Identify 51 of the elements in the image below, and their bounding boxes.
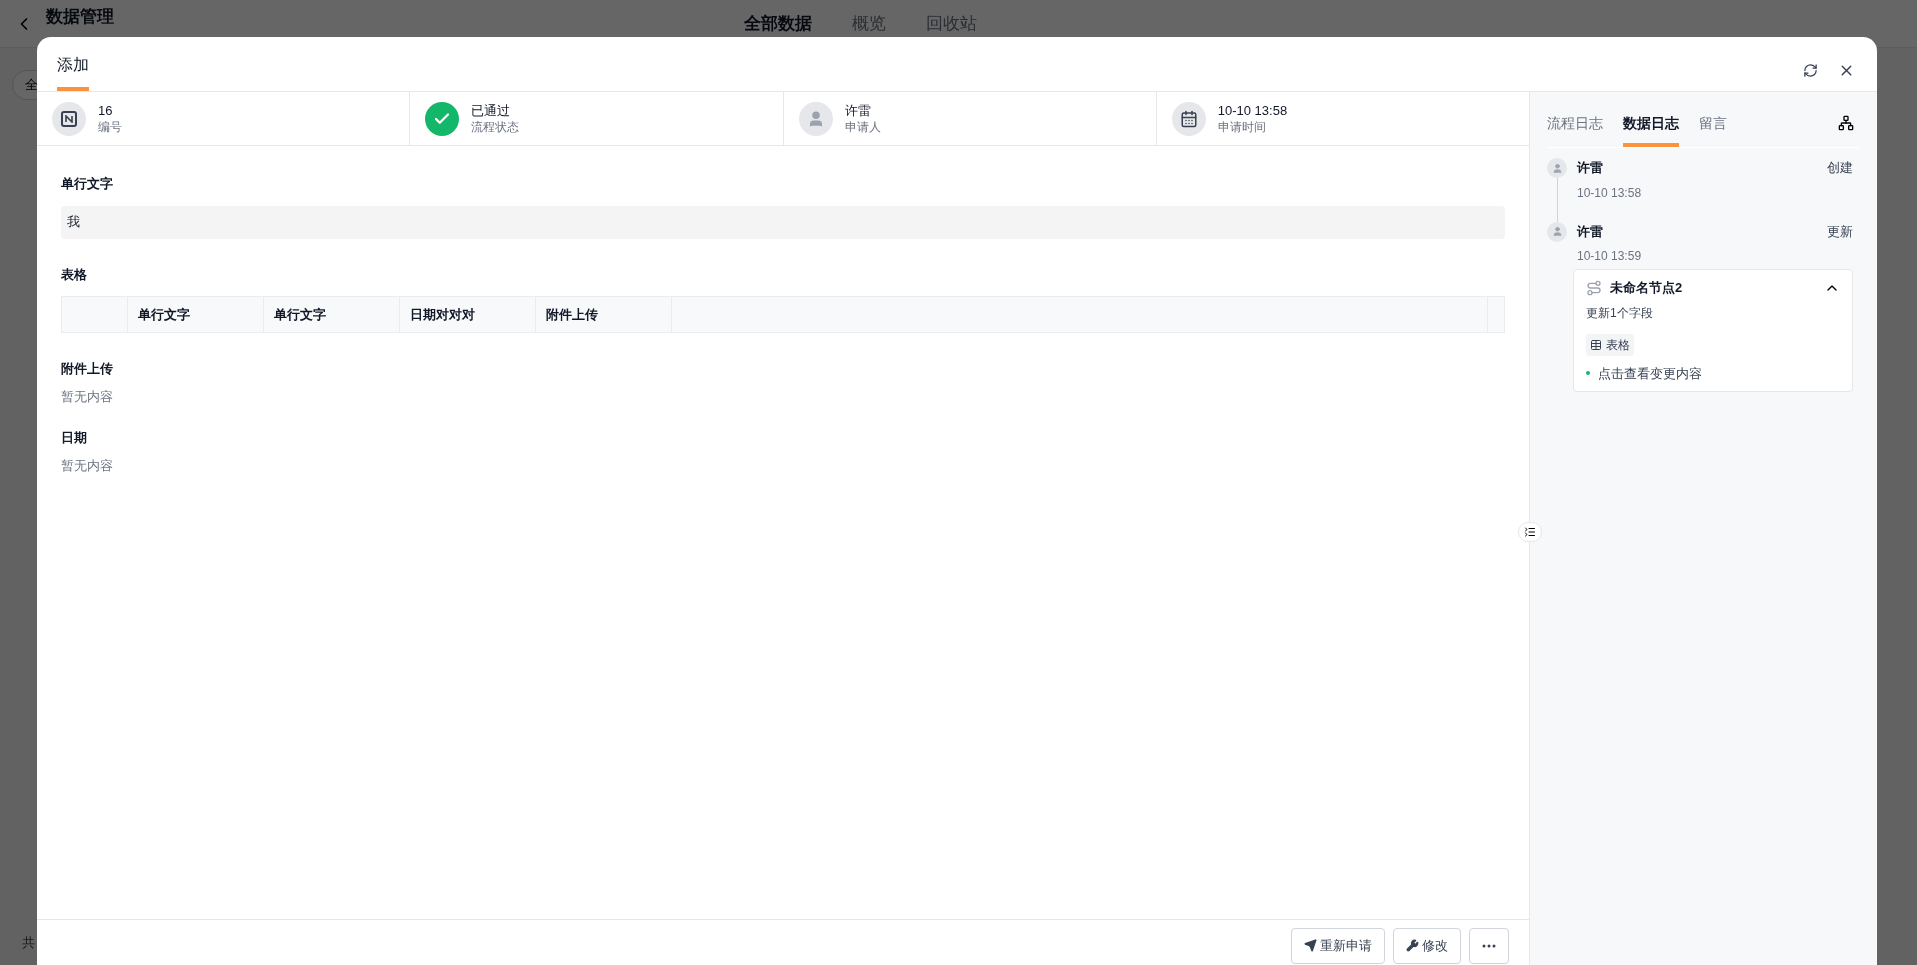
log-time: 10-10 13:58	[1577, 184, 1643, 202]
table-icon	[1590, 338, 1602, 351]
view-changes-link[interactable]: 点击查看变更内容	[1598, 363, 1702, 383]
log-tab[interactable]: 数据日志	[1623, 103, 1679, 147]
log-time: 10-10 13:59	[1577, 248, 1643, 265]
avatar-icon	[1547, 158, 1567, 178]
calendar-icon	[1171, 101, 1206, 136]
info-label: 申请人	[844, 118, 881, 136]
log-action: 更新	[1827, 222, 1853, 241]
field-tag: 表格	[1586, 333, 1634, 356]
paper-plane-icon	[1304, 939, 1317, 952]
field-label: 表格	[61, 265, 88, 284]
node-name: 未命名节点2	[1610, 279, 1683, 297]
avatar-icon	[1547, 221, 1567, 242]
more-icon	[1482, 943, 1496, 948]
log-tab[interactable]: 流程日志	[1547, 103, 1603, 147]
empty-value: 暂无内容	[61, 387, 114, 406]
empty-value: 暂无内容	[61, 456, 114, 475]
wrench-icon	[1406, 939, 1419, 952]
info-label: 流程状态	[471, 118, 520, 136]
info-label: 申请时间	[1217, 118, 1267, 136]
column-header: 日期对对对	[400, 297, 536, 332]
change-summary: 更新1个字段	[1586, 304, 1654, 322]
log-user: 许雷	[1577, 159, 1603, 177]
collapse-handle[interactable]	[1518, 522, 1542, 542]
check-icon	[425, 101, 460, 136]
modal-tab[interactable]: 添加	[57, 37, 89, 91]
field-label: 附件上传	[61, 360, 114, 378]
field-label: 单行文字	[61, 175, 114, 193]
info-value: 16	[98, 101, 114, 119]
total-text: 共	[22, 935, 35, 950]
refresh-icon[interactable]	[1803, 62, 1818, 78]
log-user: 许雷	[1577, 222, 1603, 241]
column-header: 单行文字	[264, 297, 400, 332]
action-button[interactable]: 修改	[1393, 927, 1461, 964]
page-title: 数据管理	[46, 5, 114, 28]
log-action: 创建	[1827, 159, 1853, 177]
column-header: 附件上传	[536, 297, 672, 332]
log-tab[interactable]: 留言	[1699, 103, 1727, 147]
page-tab[interactable]: 全部数据	[744, 10, 812, 37]
user-icon	[798, 101, 833, 136]
info-value: 10-10 13:58	[1217, 101, 1288, 119]
info-label: 编号	[98, 118, 122, 136]
column-header: 单行文字	[128, 297, 264, 332]
route-icon	[1586, 279, 1602, 296]
info-value: 许雷	[844, 101, 872, 119]
field-label: 日期	[61, 429, 88, 447]
letter-n-icon	[52, 101, 86, 136]
org-chart-icon[interactable]	[1838, 115, 1854, 131]
info-value: 已通过	[471, 101, 512, 119]
action-button[interactable]: 重新申请	[1291, 927, 1385, 964]
